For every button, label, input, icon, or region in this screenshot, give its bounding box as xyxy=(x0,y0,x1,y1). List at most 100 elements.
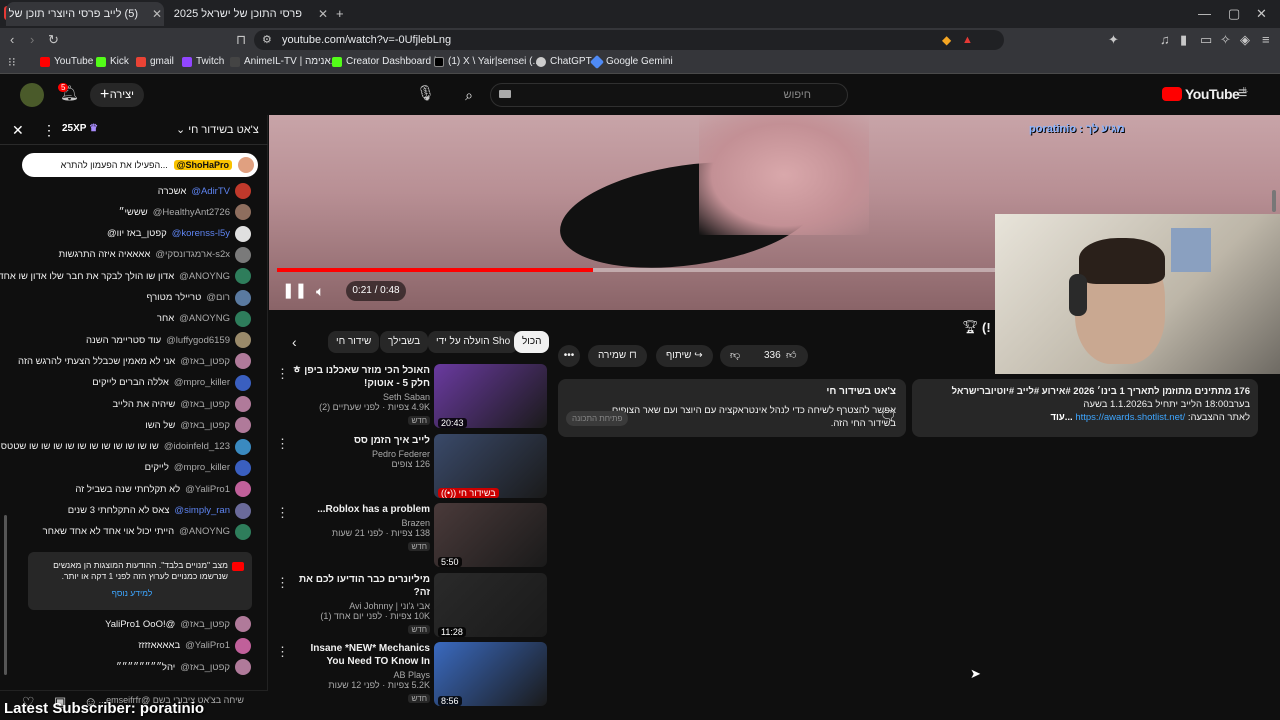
tab-inactive[interactable]: פרסי התוכן של ישראל 2025 | הצבעין ✕ xyxy=(170,2,330,26)
youtube-logo[interactable]: YouTube IL xyxy=(1162,86,1248,102)
back-icon[interactable]: ‹ xyxy=(10,33,14,47)
wallet-icon[interactable]: ▭ xyxy=(1200,33,1212,47)
site-info-icon[interactable]: ⚙ xyxy=(262,33,272,47)
open-feature-button[interactable]: פתיחת התכונה xyxy=(566,411,629,426)
chat-username[interactable]: @ANOYNG xyxy=(179,313,230,324)
chat-username[interactable]: @קפטן_באז xyxy=(180,356,230,367)
chat-message[interactable]: @AdirTV אשכרה xyxy=(158,181,251,201)
search-icon[interactable]: ⌕ xyxy=(453,83,485,107)
chat-message[interactable]: @ANOYNG אדון שו הולך לבקר את חבר שלו אדו… xyxy=(0,266,251,286)
chat-username[interactable]: @ארמגדונסקי-s2x xyxy=(155,249,230,260)
bookmark-animeil[interactable]: AnimeIL-TV | אנימה... xyxy=(230,56,339,67)
bookmark-icon[interactable]: ⊓ xyxy=(236,33,246,47)
bookmark-creator-dashboard[interactable]: Creator Dashboard |... xyxy=(332,56,445,67)
recommendation-item[interactable]: ⋮ מיליונרים כבר הודיעו לכם את זה? אבי ג'… xyxy=(276,572,548,639)
chip-live[interactable]: שידור חי xyxy=(328,331,380,353)
pause-icon[interactable]: ❚❚ xyxy=(282,283,307,298)
chat-username[interactable]: @YaliPro1 xyxy=(185,484,230,495)
recommendation-channel[interactable]: Brazen xyxy=(290,518,430,528)
more-vert-icon[interactable]: ⋮ xyxy=(276,505,289,521)
sidebar-icon[interactable]: ▮ xyxy=(1180,33,1187,47)
chat-message[interactable]: @קפטן_באז שיהיה את הלייב xyxy=(112,394,251,414)
recommendation-title[interactable]: Roblox has a problem... xyxy=(290,503,430,516)
bookmark-gemini[interactable]: Google Gemini xyxy=(589,54,673,69)
chat-message[interactable]: @ANOYNG הייתי יכול אוי אחד לא אחד שאחר xyxy=(43,522,251,542)
chat-message[interactable]: @idoinfeld_123 שו שו שו שו שו שו שו שו ש… xyxy=(1,437,251,457)
learn-more-link[interactable]: למידע נוסף xyxy=(36,588,228,599)
chat-username[interactable]: @קפטן_באז xyxy=(180,662,230,673)
chat-message[interactable]: @korenss-l5y @קפטן_באז יוו xyxy=(107,224,251,244)
video-description[interactable]: 176 מתתינים מתוזמן לתאריך 1 בינו׳ 2026 #… xyxy=(912,379,1258,437)
chat-username[interactable]: @mpro_killer xyxy=(174,462,230,473)
chat-scrollbar[interactable] xyxy=(4,515,7,675)
apps-icon[interactable]: ⁝⁝ xyxy=(8,55,16,69)
recommendation-title[interactable]: מיליונרים כבר הודיעו לכם את זה? xyxy=(290,573,430,599)
chat-message[interactable]: @mpro_killer לייקים xyxy=(145,458,251,478)
chat-message[interactable]: @קפטן_באז אני לא מאמין שכבלל הצעתי להרגש… xyxy=(18,351,251,371)
chip-uploaded-by[interactable]: הועלה על ידי Sho xyxy=(428,331,519,353)
bookmark-chatgpt[interactable]: ChatGPT xyxy=(536,56,592,67)
share-button[interactable]: שיתוף ↪ xyxy=(656,345,713,367)
recommendation-channel[interactable]: Seth Saban xyxy=(290,392,430,402)
recommendation-item[interactable]: ⋮ האוכל הכי מוזר שאכלנו ביפן ㅎ חלק 5 - א… xyxy=(276,364,548,430)
bookmark-gmail[interactable]: gmail xyxy=(136,56,174,67)
chat-username[interactable]: @simply_ran xyxy=(174,505,230,516)
show-more-button[interactable]: ...עוד xyxy=(1051,412,1073,423)
address-bar[interactable]: youtube.com/watch?v=-0UfjlebLng ⚙ ◆ ▲ xyxy=(254,30,1004,50)
microphone-icon[interactable]: 🎙︎ xyxy=(416,86,435,101)
ai-icon[interactable]: ✧ xyxy=(1220,33,1231,47)
media-icon[interactable]: ♫ xyxy=(1160,33,1170,47)
volume-icon[interactable]: 🔈︎ xyxy=(316,284,324,298)
chat-username[interactable]: @קפטן_באז xyxy=(180,619,230,630)
close-icon[interactable]: ✕ xyxy=(12,123,24,137)
more-vert-icon[interactable]: ⋮ xyxy=(276,644,289,660)
like-icon[interactable]: 👍︎ xyxy=(786,345,796,367)
chips-prev-button[interactable]: ‹ xyxy=(284,331,305,353)
chat-message[interactable]: @ANOYNG אחר xyxy=(157,309,251,329)
chat-username[interactable]: @קפטן_באז xyxy=(180,420,230,431)
more-actions-button[interactable]: ••• xyxy=(558,345,580,367)
bookmark-youtube[interactable]: YouTube xyxy=(40,56,93,67)
chat-message[interactable]: @luffygod6159 עוד סטריימר השנה xyxy=(86,330,251,350)
pinned-message[interactable]: @ShoHaPro הפעילו את הפעמון להתרא... xyxy=(22,153,258,177)
chat-message[interactable]: @simply_ran צאס לא התקלחתי 3 שנים xyxy=(68,501,251,521)
recommendation-title[interactable]: Insane *NEW* Mechanics You Need TO Know … xyxy=(290,642,430,668)
chat-username[interactable]: @idoinfeld_123 xyxy=(164,441,230,452)
recommendation-channel[interactable]: אבי ג'וני | Avi Johnny xyxy=(290,601,430,611)
chat-username[interactable]: @ANOYNG xyxy=(179,271,230,282)
menu-icon[interactable]: ≡ xyxy=(1262,33,1270,47)
create-button[interactable]: יצירה + xyxy=(90,83,144,107)
keyboard-icon[interactable] xyxy=(499,90,511,98)
awards-link[interactable]: https://awards.shotlist.net/ xyxy=(1075,412,1185,423)
dislike-icon[interactable]: 👎︎ xyxy=(730,345,740,367)
shield-icon[interactable]: ◆ xyxy=(942,33,951,47)
chat-username[interactable]: @HealthyAnt2726 xyxy=(153,207,230,218)
close-icon[interactable]: ✕ xyxy=(152,7,162,21)
chat-message[interactable]: @HealthyAnt2726 שששי״ xyxy=(119,202,251,222)
recommendation-channel[interactable]: Pedro Federer xyxy=(290,449,430,459)
chat-username[interactable]: @mpro_killer xyxy=(174,377,230,388)
close-window-icon[interactable]: ✕ xyxy=(1256,7,1267,21)
more-vert-icon[interactable]: ⋮ xyxy=(276,366,289,382)
avatar[interactable] xyxy=(20,83,44,107)
chat-username[interactable]: @korenss-l5y xyxy=(172,228,230,239)
recommendation-title[interactable]: לייב איך הזמן סס xyxy=(290,434,430,447)
brave-rewards-icon[interactable]: ▲ xyxy=(962,33,973,47)
more-vert-icon[interactable]: ⋮ xyxy=(276,436,289,452)
extensions-icon[interactable]: ✦ xyxy=(1108,33,1119,47)
minimize-icon[interactable]: — xyxy=(1198,7,1211,21)
chip-for-you[interactable]: בשבילך xyxy=(380,331,429,353)
chat-message[interactable]: @mpro_killer אללה הברים לייקים xyxy=(92,373,251,393)
more-options-icon[interactable]: ⋮ xyxy=(42,123,56,137)
chat-message[interactable]: @קפטן_באז YaliPro1 OoO!@ xyxy=(105,614,251,634)
new-tab-icon[interactable]: + xyxy=(336,7,344,21)
tab-active[interactable]: (5) לייב פרסי היוצרי תוכן של ✕ xyxy=(6,2,164,26)
chat-username[interactable]: @קפטן_באז xyxy=(180,399,230,410)
chat-username[interactable]: @luffygod6159 xyxy=(166,335,230,346)
chat-message[interactable]: @ארמגדונסקי-s2x אאאאיה איזה התרגשות xyxy=(59,245,251,265)
forward-icon[interactable]: › xyxy=(30,33,34,47)
chat-message[interactable]: @YaliPro1 לא תקלחתי שנה בשביל זה xyxy=(75,479,251,499)
recommendation-item[interactable]: ⋮ Roblox has a problem... Brazen 138 צפי… xyxy=(276,503,548,569)
save-button[interactable]: שמירה ⊓ xyxy=(588,345,647,367)
more-vert-icon[interactable]: ⋮ xyxy=(276,575,289,591)
